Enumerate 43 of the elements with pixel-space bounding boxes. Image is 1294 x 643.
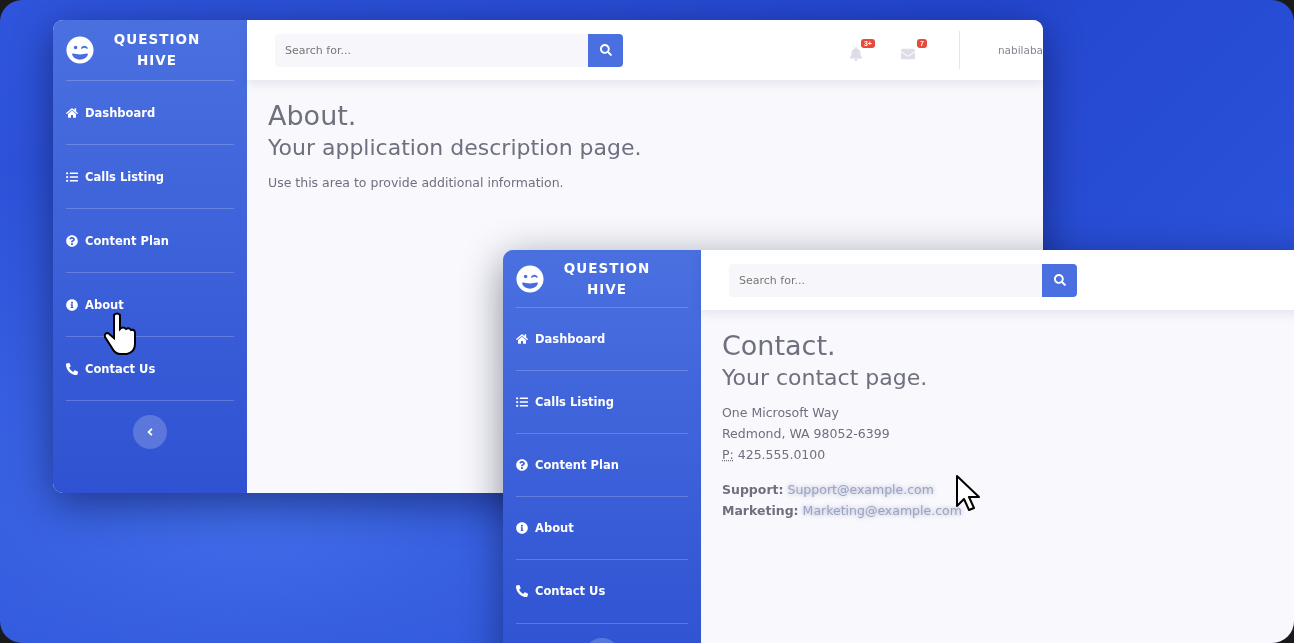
nav-item[interactable]: Content Plan bbox=[66, 209, 234, 273]
nav-item[interactable]: Calls Listing bbox=[516, 371, 688, 435]
question-icon bbox=[516, 459, 528, 472]
user-name[interactable]: nabilaba bbox=[997, 44, 1043, 56]
question-icon bbox=[66, 234, 78, 247]
page-subtitle: Your contact page. bbox=[722, 365, 929, 390]
address-line: One Microsoft Way bbox=[722, 404, 840, 422]
list-icon bbox=[516, 396, 528, 409]
search-icon bbox=[1053, 274, 1066, 286]
brand-name: QUESTION HIVE bbox=[112, 30, 202, 70]
list-icon bbox=[66, 170, 78, 183]
home-icon bbox=[516, 333, 528, 346]
page-subtitle: Your application description page. bbox=[268, 135, 643, 160]
hand-pointer-cursor-icon bbox=[103, 312, 137, 356]
phone-icon bbox=[66, 362, 78, 375]
contact-label: Support: bbox=[722, 482, 784, 497]
page-title: Contact. bbox=[722, 330, 837, 361]
description-text: Use this area to provide additional information. bbox=[268, 174, 565, 192]
envelope-icon bbox=[900, 47, 915, 61]
page-title: About. bbox=[268, 100, 358, 131]
info-icon bbox=[516, 522, 528, 535]
winking-face-logo-icon bbox=[66, 36, 94, 64]
search-button[interactable] bbox=[1042, 263, 1077, 297]
nav-item[interactable]: Dashboard bbox=[66, 81, 234, 145]
home-icon bbox=[66, 106, 78, 119]
address-line: Redmond, WA 98052-6399 bbox=[722, 425, 891, 443]
winking-face-logo-icon bbox=[516, 264, 544, 293]
nav-item[interactable]: Dashboard bbox=[516, 308, 688, 372]
nav-item[interactable]: Content Plan bbox=[516, 434, 688, 498]
search-field[interactable]: Search for... bbox=[275, 33, 588, 67]
search-field[interactable]: Search for... bbox=[729, 263, 1042, 297]
search-icon bbox=[599, 44, 612, 56]
bell-icon bbox=[848, 47, 863, 61]
nav-item[interactable]: Calls Listing bbox=[66, 145, 234, 209]
nav-item[interactable]: Contact Us bbox=[516, 560, 688, 624]
info-icon bbox=[66, 298, 78, 311]
nav-item[interactable]: About bbox=[516, 497, 688, 561]
brand-name: QUESTION HIVE bbox=[562, 258, 652, 299]
phone-abbreviation: P: bbox=[722, 447, 734, 462]
phone-number: 425.555.0100 bbox=[737, 447, 826, 462]
phone-icon bbox=[516, 585, 528, 598]
search-button[interactable] bbox=[588, 33, 623, 67]
contact-label: Marketing: bbox=[722, 503, 799, 518]
